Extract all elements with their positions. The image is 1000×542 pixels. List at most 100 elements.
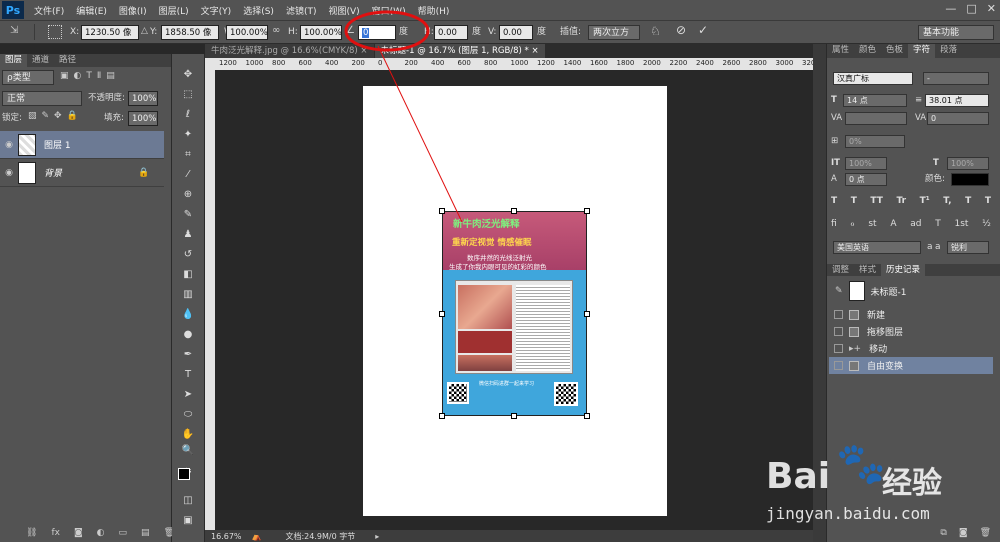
tab-color[interactable]: 颜色 [854, 44, 881, 58]
leading-field[interactable]: 38.01 点 [925, 94, 989, 107]
eyedropper-tool-icon[interactable]: ⁄ [181, 168, 195, 182]
doc-tab-2[interactable]: 未标题-1 @ 16.7% (图层 1, RGB/8) * × [374, 44, 545, 58]
marquee-tool-icon[interactable]: ⬚ [181, 88, 195, 102]
layer-kind-filter[interactable]: ρ类型 [2, 70, 54, 85]
tab-styles[interactable]: 样式 [854, 264, 881, 276]
h-field[interactable]: 100.00% [300, 25, 342, 40]
discretionary-button[interactable]: st [868, 219, 876, 229]
small-caps-button[interactable]: Tr [896, 196, 906, 206]
warp-icon[interactable]: ♘ [650, 24, 661, 38]
history-item-move[interactable]: ▸+ 移动 [829, 340, 993, 357]
hand-tool-icon[interactable]: ✋ [181, 428, 195, 442]
tab-properties[interactable]: 属性 [827, 44, 854, 58]
transform-handle[interactable] [439, 311, 445, 317]
tab-paths[interactable]: 路径 [54, 54, 81, 67]
new-layer-icon[interactable]: ▤ [141, 528, 150, 542]
foreground-color-swatch[interactable] [178, 468, 190, 480]
minimize-button[interactable]: — [945, 2, 956, 15]
pen-tool-icon[interactable]: ✒ [181, 348, 195, 362]
tab-history[interactable]: 历史记录 [881, 264, 926, 276]
menu-edit[interactable]: 编辑(E) [70, 4, 113, 17]
dodge-tool-icon[interactable]: ● [181, 328, 195, 342]
history-checkbox[interactable] [834, 327, 843, 336]
w-field[interactable]: 100.00% [226, 25, 268, 40]
vscale-field[interactable]: 100% [845, 157, 887, 170]
tab-adjustments[interactable]: 调整 [827, 264, 854, 276]
link-layers-icon[interactable]: ⛓ [26, 528, 37, 542]
kerning-field[interactable] [845, 112, 907, 125]
visibility-eye-icon[interactable]: ◉ [0, 168, 18, 178]
brush-tool-icon[interactable]: ✎ [181, 208, 195, 222]
layer-row-layer1[interactable]: ◉ 图层 1 [0, 131, 164, 159]
tab-swatches[interactable]: 色板 [881, 44, 908, 58]
interpolation-select[interactable]: 两次立方 [588, 25, 640, 40]
subscript-button[interactable]: T, [943, 196, 951, 206]
history-checkbox[interactable] [834, 310, 843, 319]
quick-mask-icon[interactable]: ◫ [181, 494, 195, 508]
close-button[interactable]: ✕ [987, 2, 996, 15]
blend-mode-select[interactable]: 正常 [2, 91, 82, 106]
menu-filter[interactable]: 滤镜(T) [280, 4, 323, 17]
history-item-drag-layer[interactable]: 拖移图层 [829, 323, 993, 340]
transform-handle[interactable] [584, 413, 590, 419]
eraser-tool-icon[interactable]: ◧ [181, 268, 195, 282]
tracking-field[interactable]: 0 [927, 112, 989, 125]
vskew-field[interactable]: 0.00 [499, 25, 533, 40]
ligature-button[interactable]: fi [831, 219, 837, 229]
zoom-level[interactable]: 16.67% [205, 532, 248, 541]
menu-layer[interactable]: 图层(L) [153, 4, 195, 17]
underline-button[interactable]: T [965, 196, 971, 206]
text-color-swatch[interactable] [951, 173, 989, 186]
font-style-select[interactable]: - [923, 72, 989, 85]
link-icon[interactable]: ∞ [272, 25, 280, 36]
tab-character[interactable]: 字符 [908, 44, 936, 58]
path-select-tool-icon[interactable]: ➤ [181, 388, 195, 402]
commit-transform-icon[interactable]: ✓ [698, 23, 708, 37]
maximize-button[interactable]: □ [966, 2, 976, 15]
baseline-field[interactable]: 0 点 [845, 173, 887, 186]
hscale-field[interactable]: 100% [947, 157, 989, 170]
transform-tool-icon[interactable]: ⇲ [10, 25, 18, 36]
scale-field[interactable]: 0% [845, 135, 905, 148]
superscript-button[interactable]: T¹ [920, 196, 930, 206]
strikethrough-button[interactable]: T [985, 196, 991, 206]
stamp-tool-icon[interactable]: ♟ [181, 228, 195, 242]
transform-bounding-box[interactable] [442, 211, 587, 416]
canvas-area[interactable]: 新牛肉泛光解释 重新定视觉 情感催眠 数序井然的光线泛射光 生成了你我内眼可见的… [215, 70, 825, 530]
visibility-eye-icon[interactable]: ◉ [0, 140, 18, 150]
opacity-field[interactable]: 100% [128, 91, 158, 106]
all-caps-button[interactable]: TT [870, 196, 883, 206]
antialias-select[interactable]: 锐利 [947, 241, 989, 254]
delta-icon[interactable]: △ [141, 26, 148, 36]
tab-paragraph[interactable]: 段落 [935, 44, 962, 58]
fx-icon[interactable]: fx [51, 528, 60, 542]
font-size-field[interactable]: 14 点 [843, 94, 907, 107]
history-checkbox[interactable] [834, 361, 843, 370]
blur-tool-icon[interactable]: 💧 [181, 308, 195, 322]
layer-row-background[interactable]: ◉ 背景 🔒 [0, 159, 164, 187]
fill-field[interactable]: 100% [128, 111, 158, 126]
transform-handle[interactable] [511, 208, 517, 214]
x-field[interactable]: 1230.50 像 [81, 25, 139, 40]
ellipse-tool-icon[interactable]: ⬭ [181, 408, 195, 422]
menu-view[interactable]: 视图(V) [322, 4, 365, 17]
share-icon[interactable]: ⛺ [248, 532, 266, 541]
reference-point-icon[interactable] [48, 25, 62, 39]
stylistic-button[interactable]: ad [910, 219, 921, 229]
screen-mode-icon[interactable]: ▣ [181, 514, 195, 528]
menu-select[interactable]: 选择(S) [237, 4, 280, 17]
transform-handle[interactable] [439, 413, 445, 419]
menu-help[interactable]: 帮助(H) [412, 4, 456, 17]
history-item-free-transform[interactable]: 自由变换 [829, 357, 993, 374]
history-snapshot[interactable]: ✎ 未标题-1 [829, 278, 993, 304]
transform-handle[interactable] [511, 413, 517, 419]
filter-icons[interactable]: ▣◐TⅡ▤ [60, 71, 120, 81]
font-family-field[interactable]: 汉真广标 [833, 72, 913, 85]
contextual-button[interactable]: ℴ [850, 219, 854, 229]
transform-handle[interactable] [584, 311, 590, 317]
titling-button[interactable]: T [935, 219, 941, 229]
group-icon[interactable]: ▭ [119, 528, 128, 542]
healing-tool-icon[interactable]: ⊕ [181, 188, 195, 202]
menu-window[interactable]: 窗口(W) [366, 4, 412, 17]
zoom-tool-icon[interactable]: 🔍 [181, 444, 195, 458]
